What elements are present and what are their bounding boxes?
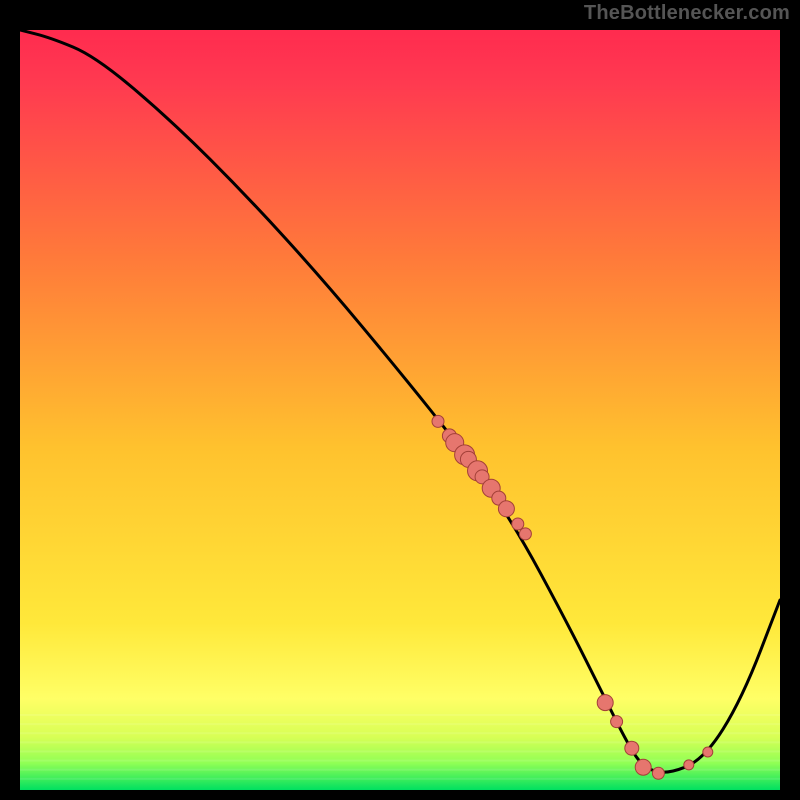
data-marker xyxy=(432,415,444,427)
data-marker xyxy=(498,501,514,517)
chart-container: TheBottlenecker.com xyxy=(0,0,800,800)
data-marker xyxy=(635,759,651,775)
gradient-background xyxy=(20,30,780,790)
data-marker xyxy=(519,528,531,540)
band-line xyxy=(20,741,780,743)
chart-svg xyxy=(20,30,780,790)
band-line xyxy=(20,732,780,734)
data-marker xyxy=(652,767,664,779)
watermark-text: TheBottlenecker.com xyxy=(584,2,790,25)
plot-area xyxy=(20,30,780,790)
data-marker xyxy=(703,747,713,757)
data-marker xyxy=(611,716,623,728)
band-line xyxy=(20,778,780,780)
data-marker xyxy=(625,741,639,755)
band-line xyxy=(20,723,780,725)
band-line xyxy=(20,760,780,762)
band-line xyxy=(20,769,780,771)
band-line xyxy=(20,750,780,752)
band-line xyxy=(20,714,780,716)
data-marker xyxy=(512,518,524,530)
data-marker xyxy=(597,695,613,711)
data-marker xyxy=(684,760,694,770)
